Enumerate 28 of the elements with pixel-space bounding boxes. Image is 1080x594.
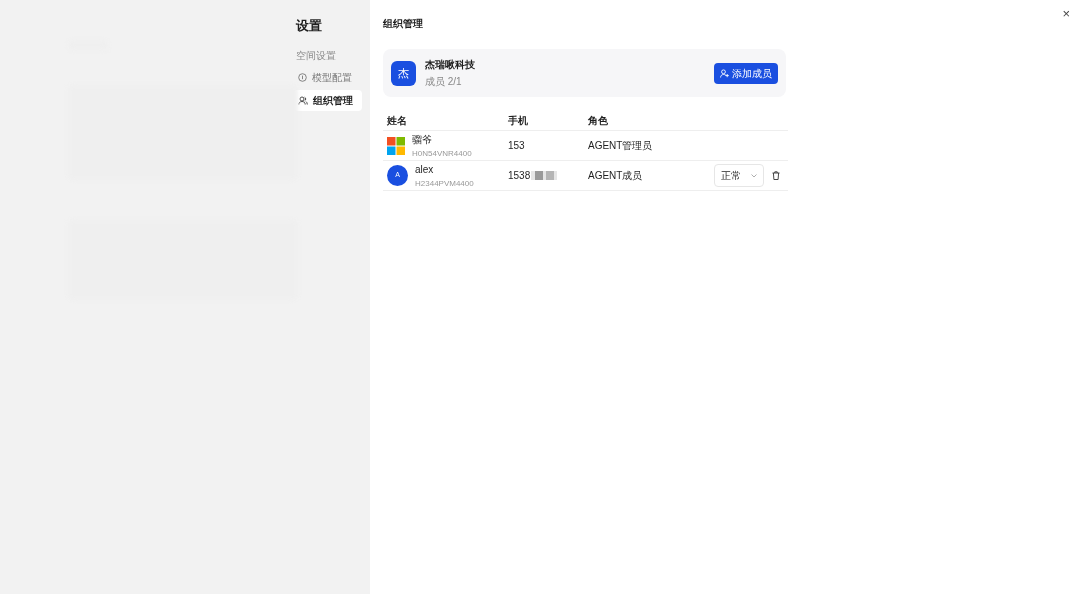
people-icon	[298, 95, 308, 105]
user-id: H0N54VNR4400	[412, 147, 472, 160]
member-count: 成员 2/1	[425, 75, 463, 89]
info-icon	[298, 72, 307, 82]
trash-icon	[772, 171, 780, 180]
organization-avatar: 杰	[391, 60, 416, 86]
add-user-icon	[720, 68, 729, 78]
role-cell-text: AGENT成员	[588, 169, 644, 183]
column-header: 手机	[508, 114, 529, 128]
sidebar-item[interactable]: 模型配置	[294, 66, 362, 88]
user-name: alex	[415, 162, 435, 177]
phone-number: 153	[508, 139, 525, 153]
group-label: 空间设置	[296, 48, 337, 63]
user-name: 骝爷	[412, 132, 433, 147]
page-title: 组织管理	[383, 17, 424, 31]
role-cell-text: AGENT管理员	[588, 139, 654, 153]
user-id: H2344PVM4400	[415, 177, 474, 190]
close-button[interactable]: ×	[1060, 4, 1072, 24]
status-select[interactable]: 正常	[714, 164, 764, 187]
sidebar-title: 设置	[296, 17, 323, 35]
column-header: 姓名	[386, 114, 408, 128]
column-header: 角色	[588, 114, 609, 128]
four-squares-icon	[387, 136, 405, 155]
delete-button[interactable]	[772, 171, 780, 180]
add-member-button[interactable]: 添加成员	[714, 62, 778, 84]
chevron-down-icon	[751, 173, 757, 178]
phone-number: 1538	[508, 169, 531, 183]
organization-name: 杰瑞啾科技	[425, 58, 475, 72]
